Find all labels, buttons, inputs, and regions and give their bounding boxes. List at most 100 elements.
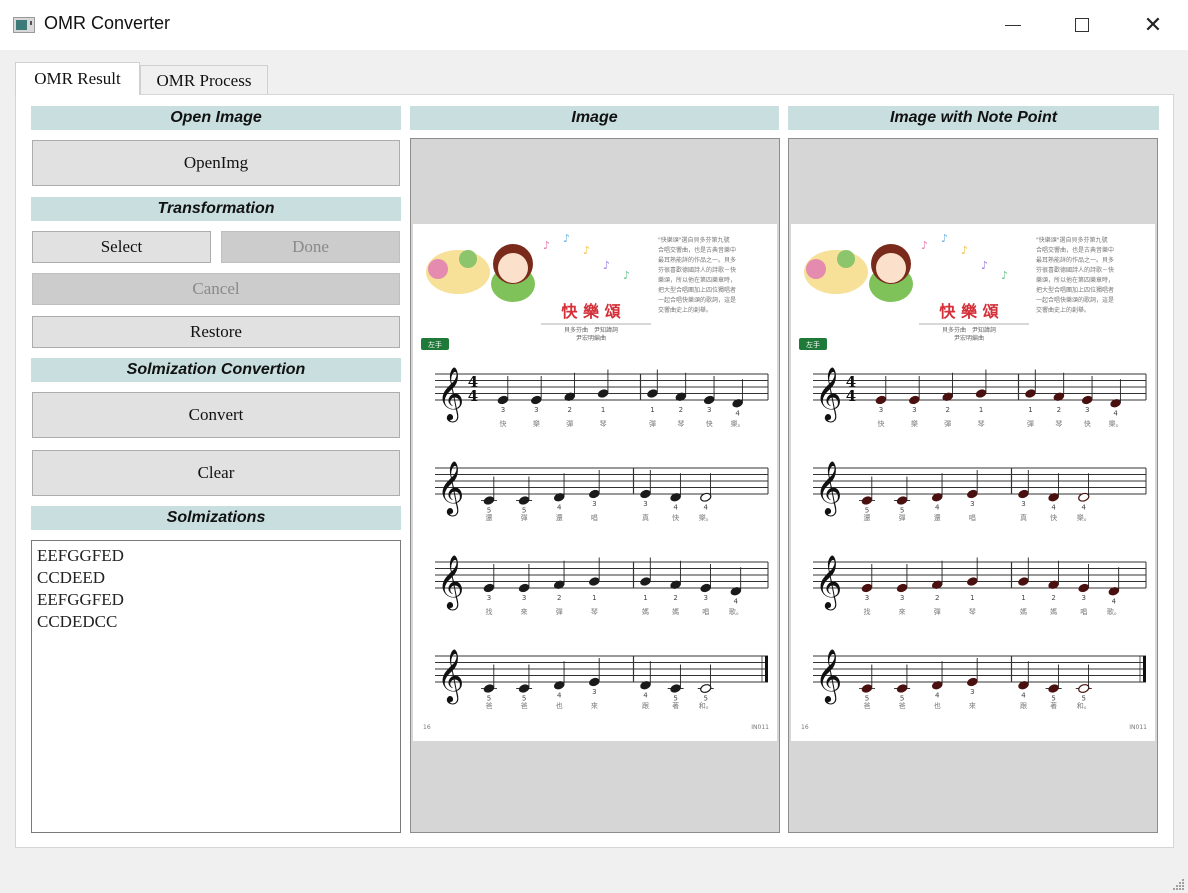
- staff: 𝄞 5爸5爸4也3來4跟5著5和。: [435, 648, 768, 710]
- note-head: [647, 389, 658, 398]
- song-description-line: 一起合唱快樂頌的歌詞，這是: [658, 296, 736, 304]
- window-title: OMR Converter: [44, 13, 171, 33]
- note-head: [670, 684, 681, 693]
- lyric: 樂: [911, 419, 918, 428]
- lyric: 快: [500, 419, 507, 428]
- lyric: 媽: [1020, 607, 1027, 616]
- finger-number: 1: [643, 594, 647, 602]
- music-note-decoration: ♪: [603, 259, 610, 272]
- page-number: 16: [423, 724, 431, 731]
- finger-number: 2: [568, 406, 572, 414]
- staff: 𝄞 5還5彈4還3唱3真4快4樂。: [813, 460, 1147, 522]
- finger-number: 4: [735, 409, 740, 417]
- music-note-decoration: ♪: [961, 244, 968, 257]
- finger-number: 4: [734, 597, 739, 605]
- music-note-decoration: ♪: [623, 269, 630, 282]
- final-bar-line: [765, 656, 768, 682]
- note-head: [483, 684, 495, 693]
- lyric: 媽: [642, 607, 649, 616]
- select-button[interactable]: Select: [32, 231, 211, 263]
- minimize-button[interactable]: [990, 0, 1036, 50]
- lyric: 跟: [1020, 702, 1027, 710]
- finger-number: 4: [1082, 503, 1087, 511]
- song-title: 快 樂 頌: [939, 302, 998, 321]
- lyric: 樂。: [731, 419, 745, 428]
- solmization-line: EEFGGFED: [37, 546, 124, 565]
- finger-number: 3: [643, 500, 647, 508]
- lyric: 樂: [533, 419, 540, 428]
- minimize-icon: [1005, 24, 1021, 26]
- finger-number: 3: [592, 688, 596, 696]
- staff: 𝄞 3 找 3 來 2 彈 1 琴 1 媽 2 媽 3 唱 4 歌。: [435, 554, 769, 616]
- note-head: [531, 395, 542, 405]
- note-head: [861, 684, 873, 693]
- music-note-decoration: ♪: [941, 232, 948, 245]
- staff: 𝄞 443快3樂2彈1琴1彈2琴3快4樂。: [813, 366, 1147, 428]
- close-button[interactable]: ✕: [1130, 0, 1176, 50]
- lyric: 彈: [649, 420, 656, 428]
- song-description-line: 樂頌，所以他在第四樂章時，: [1036, 276, 1114, 284]
- done-button[interactable]: Done: [221, 231, 400, 263]
- note-head: [1018, 489, 1029, 499]
- note-head: [1078, 583, 1090, 593]
- finger-number: 2: [679, 406, 683, 414]
- song-description-line: 最耳熟能詳的作品之一。貝多: [1036, 256, 1114, 264]
- lyric: 彈: [521, 514, 528, 522]
- lyric: 來: [899, 608, 906, 616]
- illustration: ♪ ♪ ♪ ♪ ♪: [804, 232, 1008, 302]
- solmization-line: CCDEDCC: [37, 612, 118, 631]
- finger-number: 3: [970, 688, 974, 696]
- finger-number: 1: [592, 594, 596, 602]
- lyric: 彈: [934, 608, 941, 616]
- open-img-button[interactable]: OpenImg: [32, 140, 400, 186]
- solmization-line: CCDEED: [37, 568, 105, 587]
- lyric: 唱: [591, 514, 598, 522]
- note-head: [640, 577, 651, 586]
- song-description-line: 交響曲史上的創舉。: [658, 306, 712, 314]
- lyric: 找: [486, 607, 493, 616]
- image-header: Image: [410, 106, 779, 130]
- finger-number: 1: [1021, 594, 1025, 602]
- finger-number: 3: [704, 594, 708, 602]
- finger-number: 3: [522, 594, 526, 602]
- treble-clef-icon: 𝄞: [437, 460, 464, 516]
- tab-omr-process[interactable]: OMR Process: [140, 65, 268, 95]
- finger-number: 2: [1057, 406, 1061, 414]
- girl-face-shape: [876, 253, 906, 283]
- image-view[interactable]: ♪ ♪ ♪ ♪ ♪ 快 樂 頌貝多芬曲 尹知諱詞 尹宏明編曲 "快樂頌"選自貝多芬第九號 合唱交…: [410, 138, 780, 833]
- finger-number: 3: [592, 500, 596, 508]
- resize-grip-icon[interactable]: [1173, 878, 1185, 890]
- lyric: 也: [934, 701, 941, 710]
- note-head: [861, 583, 873, 593]
- song-description-line: 樂頌，所以他在第四樂章時，: [658, 276, 736, 284]
- note-head: [497, 395, 509, 405]
- cancel-button[interactable]: Cancel: [32, 273, 400, 305]
- maximize-button[interactable]: [1059, 0, 1105, 50]
- lyric: 還: [556, 513, 563, 522]
- note-head: [896, 583, 908, 593]
- finger-number: 4: [935, 503, 940, 511]
- lyric: 快: [672, 513, 679, 522]
- finger-number: 4: [557, 691, 562, 699]
- song-description-line: 把大型合唱團加上四位獨唱者: [1036, 286, 1114, 294]
- lyric: 著: [672, 701, 679, 710]
- lyric: 唱: [969, 514, 976, 522]
- song-description-line: 把大型合唱團加上四位獨唱者: [658, 286, 736, 294]
- lyric: 還: [934, 513, 941, 522]
- solmizations-textbox[interactable]: EEFGGFED CCDEED EEFGGFED CCDEDCC: [31, 540, 401, 833]
- tab-omr-result[interactable]: OMR Result: [15, 62, 140, 95]
- clear-button[interactable]: Clear: [32, 450, 400, 496]
- finger-number: 1: [970, 594, 974, 602]
- flower-shape: [806, 259, 826, 279]
- music-note-decoration: ♪: [543, 239, 550, 252]
- lyric: 來: [521, 608, 528, 616]
- note-head: [483, 583, 495, 593]
- time-signature-bottom: 4: [468, 387, 478, 405]
- song-description-line: 最耳熟能詳的作品之一。貝多: [658, 256, 736, 264]
- convert-button[interactable]: Convert: [32, 392, 400, 438]
- image-with-note-point-view[interactable]: ♪ ♪ ♪ ♪ ♪ 快 樂 頌貝多芬曲 尹知諱詞 尹宏明編曲 "快樂頌"選自貝多芬第九號 合唱交…: [788, 138, 1158, 833]
- song-credit: 貝多芬曲 尹知諱詞: [942, 326, 996, 334]
- restore-button[interactable]: Restore: [32, 316, 400, 348]
- finger-number: 3: [900, 594, 904, 602]
- lyric: 媽: [1050, 607, 1057, 616]
